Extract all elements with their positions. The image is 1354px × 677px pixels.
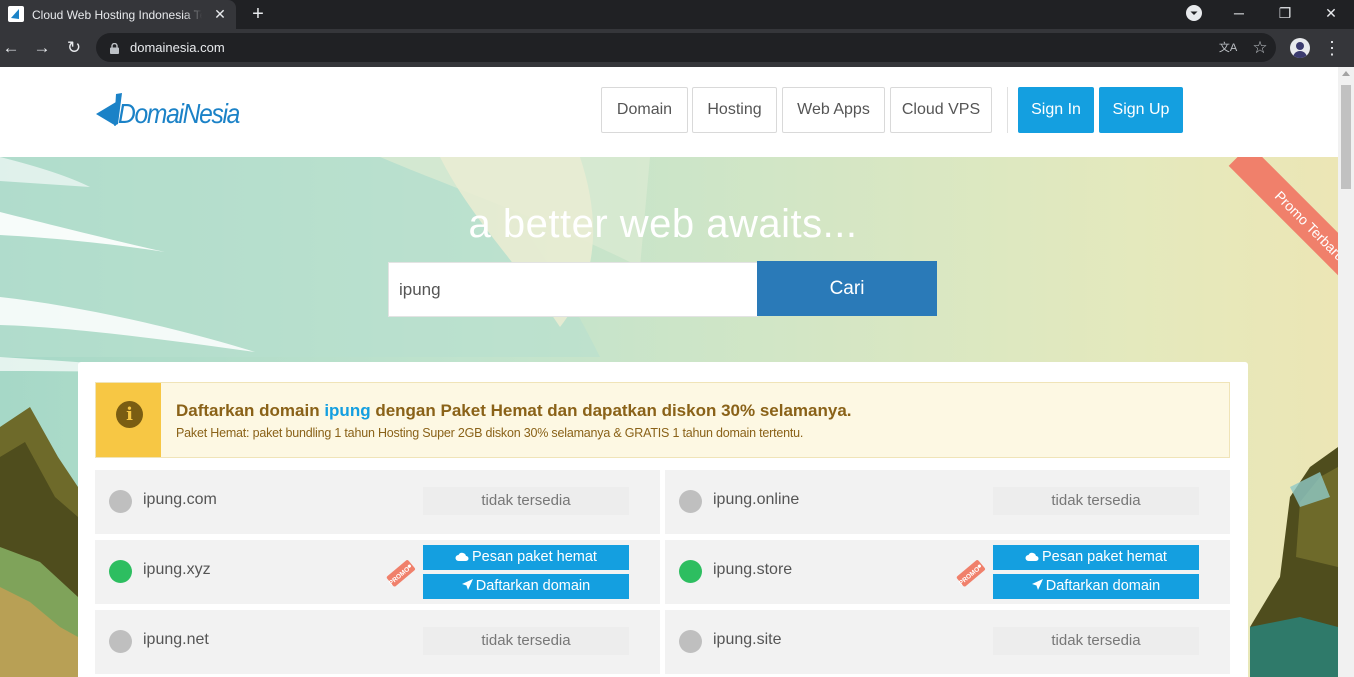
- browser-toolbar: ← → ↻ domainesia.com 文A ☆ ⋮: [0, 29, 1354, 67]
- window-restore-button[interactable]: ❐: [1262, 0, 1308, 29]
- domain-row: ipung.xyz PROMO Pesan paket hemat Daftar…: [95, 540, 660, 604]
- scrollbar-thumb[interactable]: [1341, 85, 1351, 189]
- new-tab-button[interactable]: +: [248, 3, 268, 25]
- domain-row: ipung.store PROMO Pesan paket hemat Daft…: [665, 540, 1230, 604]
- nav-web-apps[interactable]: Web Apps: [782, 87, 885, 133]
- window-close-button[interactable]: ✕: [1308, 0, 1354, 29]
- notice-subtitle: Paket Hemat: paket bundling 1 tahun Host…: [176, 426, 804, 440]
- daftarkan-domain-label: Daftarkan domain: [475, 578, 591, 594]
- window-minimize-button[interactable]: ─: [1216, 0, 1262, 29]
- notice-title-pre: Daftarkan domain: [176, 401, 320, 420]
- unavailable-dot: [679, 630, 702, 653]
- tab-search-icon[interactable]: [1186, 5, 1202, 21]
- scroll-up-arrow-icon[interactable]: [1342, 71, 1350, 76]
- daftarkan-domain-label: Daftarkan domain: [1045, 578, 1161, 594]
- pesan-paket-hemat-button[interactable]: Pesan paket hemat: [993, 545, 1199, 570]
- promo-tag-icon: PROMO: [386, 560, 415, 587]
- domain-name: ipung.net: [143, 631, 209, 648]
- web-page: DomaiNesia Domain Hosting Web Apps Cloud…: [0, 67, 1338, 677]
- cloud-icon: [455, 545, 469, 570]
- translate-icon[interactable]: 文A: [1218, 38, 1238, 58]
- paper-plane-icon: [461, 574, 473, 599]
- sign-in-button[interactable]: Sign In: [1018, 87, 1094, 133]
- sign-up-button[interactable]: Sign Up: [1099, 87, 1183, 133]
- paket-hemat-notice: i Daftarkan domain ipung dengan Paket He…: [95, 382, 1230, 458]
- paper-plane-icon: [1031, 574, 1043, 599]
- domain-search-input[interactable]: [388, 262, 758, 317]
- nav-divider: [1007, 87, 1008, 133]
- daftarkan-domain-button[interactable]: Daftarkan domain: [423, 574, 629, 599]
- domain-name: ipung.xyz: [143, 561, 211, 578]
- nav-cloud-vps[interactable]: Cloud VPS: [890, 87, 992, 133]
- site-favicon-icon: [8, 6, 24, 22]
- domain-name: ipung.online: [713, 491, 800, 508]
- pesan-paket-hemat-button[interactable]: Pesan paket hemat: [423, 545, 629, 570]
- domain-name: ipung.com: [143, 491, 217, 508]
- tab-title: Cloud Web Hosting Indonesia Te: [32, 7, 202, 23]
- status-badge: tidak tersedia: [423, 627, 629, 655]
- notice-title: Daftarkan domain ipung dengan Paket Hema…: [176, 400, 852, 422]
- browser-tab[interactable]: Cloud Web Hosting Indonesia Te ✕: [0, 0, 236, 29]
- search-cari-button[interactable]: Cari: [757, 261, 937, 316]
- browser-menu-icon[interactable]: ⋮: [1322, 37, 1342, 59]
- available-dot: [679, 560, 702, 583]
- notice-domain: ipung: [324, 401, 371, 420]
- status-badge: tidak tersedia: [993, 627, 1199, 655]
- domain-row: ipung.com tidak tersedia: [95, 470, 660, 534]
- cloud-icon: [1025, 545, 1039, 570]
- search-results-panel: i Daftarkan domain ipung dengan Paket He…: [78, 362, 1248, 677]
- hero-section: Promo Terbaru a better web awaits... Car…: [0, 157, 1338, 677]
- domain-row: ipung.site tidak tersedia: [665, 610, 1230, 674]
- tab-close-icon[interactable]: ✕: [211, 5, 229, 23]
- domainesia-logo[interactable]: DomaiNesia: [96, 92, 246, 132]
- reload-button[interactable]: ↻: [63, 37, 85, 59]
- notice-title-post: dengan Paket Hemat dan dapatkan diskon 3…: [375, 401, 852, 420]
- back-button[interactable]: ←: [0, 37, 22, 59]
- domain-name: ipung.store: [713, 561, 793, 578]
- address-bar[interactable]: domainesia.com 文A ☆: [96, 33, 1276, 62]
- forward-button[interactable]: →: [31, 37, 53, 59]
- unavailable-dot: [109, 490, 132, 513]
- lock-icon: [110, 41, 119, 54]
- pesan-paket-hemat-label: Pesan paket hemat: [472, 549, 597, 565]
- promo-tag-icon: PROMO: [956, 560, 985, 587]
- available-dot: [109, 560, 132, 583]
- domain-row: ipung.net tidak tersedia: [95, 610, 660, 674]
- domain-row: ipung.online tidak tersedia: [665, 470, 1230, 534]
- domain-name: ipung.site: [713, 631, 782, 648]
- daftarkan-domain-button[interactable]: Daftarkan domain: [993, 574, 1199, 599]
- page-scrollbar[interactable]: [1338, 67, 1354, 677]
- status-badge: tidak tersedia: [993, 487, 1199, 515]
- site-header: DomaiNesia Domain Hosting Web Apps Cloud…: [0, 67, 1338, 157]
- browser-tab-strip: Cloud Web Hosting Indonesia Te ✕ + ─ ❐ ✕: [0, 0, 1354, 29]
- url-text: domainesia.com: [130, 40, 225, 55]
- unavailable-dot: [679, 490, 702, 513]
- logo-text: DomaiNesia: [118, 98, 240, 129]
- bookmark-star-icon[interactable]: ☆: [1250, 38, 1270, 58]
- notice-icon-box: i: [96, 383, 161, 457]
- pesan-paket-hemat-label: Pesan paket hemat: [1042, 549, 1167, 565]
- info-circle-icon: i: [116, 401, 143, 428]
- profile-avatar[interactable]: [1290, 38, 1310, 58]
- hero-tagline: a better web awaits...: [468, 202, 858, 246]
- unavailable-dot: [109, 630, 132, 653]
- status-badge: tidak tersedia: [423, 487, 629, 515]
- nav-hosting[interactable]: Hosting: [692, 87, 777, 133]
- nav-domain[interactable]: Domain: [601, 87, 688, 133]
